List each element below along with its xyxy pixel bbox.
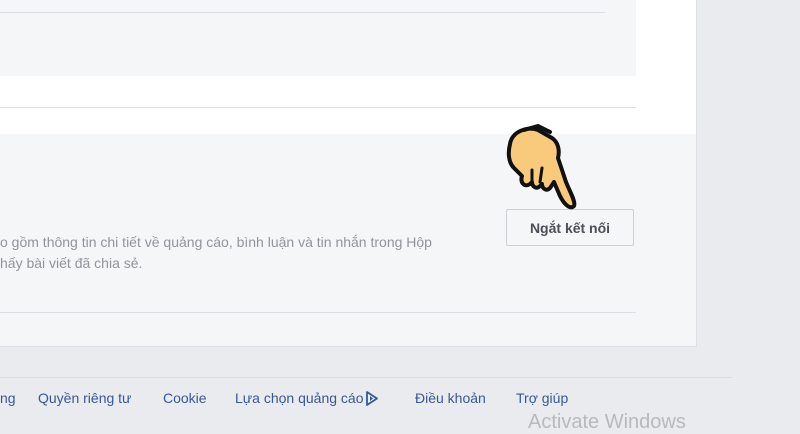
footer-link-ad-choices[interactable]: Lựa chọn quảng cáo: [235, 390, 379, 406]
pointing-hand-icon: [506, 123, 577, 210]
adchoices-triangle-icon: [366, 391, 379, 406]
footer-divider: [0, 377, 732, 378]
footer-link-cookie[interactable]: Cookie: [163, 390, 207, 406]
footer-link-privacy[interactable]: Quyền riêng tư: [38, 390, 131, 406]
ad-choices-label: Lựa chọn quảng cáo: [235, 390, 364, 406]
footer-link-truncated[interactable]: ng: [0, 390, 16, 406]
description-line-2: hấy bài viết đã chia sẻ.: [0, 255, 143, 271]
settings-panel: o gồm thông tin chi tiết về quảng cáo, b…: [0, 0, 697, 347]
windows-activation-watermark: Activate Windows: [528, 411, 686, 433]
disconnect-button[interactable]: Ngắt kết nối: [506, 209, 634, 246]
app-description: o gồm thông tin chi tiết về quảng cáo, b…: [0, 232, 480, 274]
divider: [0, 12, 605, 13]
footer-link-help[interactable]: Trợ giúp: [516, 390, 568, 406]
footer-link-terms[interactable]: Điều khoản: [415, 390, 486, 406]
description-line-1: o gồm thông tin chi tiết về quảng cáo, b…: [0, 234, 432, 250]
divider: [0, 312, 636, 313]
divider: [0, 107, 636, 108]
